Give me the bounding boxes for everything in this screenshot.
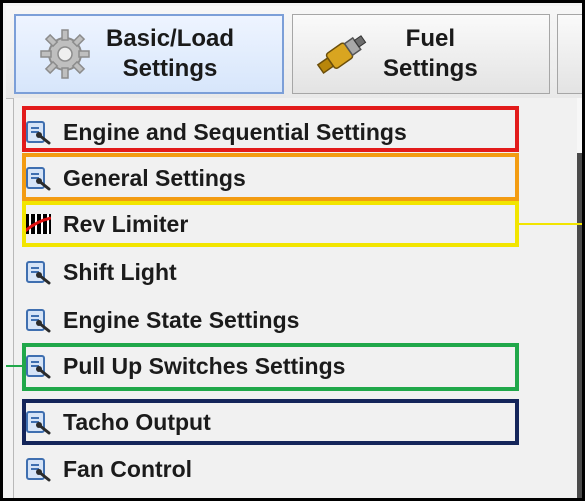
- settings-wrench-icon: [25, 456, 51, 482]
- basic-load-line2: Settings: [122, 55, 218, 82]
- highlight-connector-yellow: [519, 223, 582, 225]
- window-frame: Basic/Load Settings Fuel Settings Engine…: [0, 0, 585, 501]
- basic-load-settings-button[interactable]: Basic/Load Settings: [14, 14, 284, 94]
- highlight-connector-green: [6, 365, 22, 367]
- highlight-box-green: [22, 343, 519, 391]
- menu-item-fan-control[interactable]: Fan Control: [13, 446, 573, 492]
- menu-item-engine-state-settings[interactable]: Engine State Settings: [13, 297, 573, 343]
- toolbar: Basic/Load Settings Fuel Settings: [6, 6, 582, 99]
- next-toolbar-button[interactable]: [557, 14, 582, 94]
- menu-item-label: Engine State Settings: [63, 306, 300, 333]
- menu-item-label: Fan Control: [63, 455, 193, 482]
- gear-icon: [34, 28, 96, 80]
- highlight-box-navy: [22, 399, 519, 445]
- fuel-settings-button[interactable]: Fuel Settings: [292, 14, 550, 94]
- highlight-box-orange: [22, 153, 519, 201]
- fuel-line2: Settings: [383, 55, 478, 82]
- basic-load-line1: Basic/Load: [106, 25, 235, 52]
- highlight-box-yellow: [22, 201, 519, 247]
- settings-wrench-icon: [25, 307, 51, 333]
- fuel-line1: Fuel: [405, 25, 456, 52]
- menu-item-shift-light[interactable]: Shift Light: [13, 249, 573, 295]
- menu-item-label: Shift Light: [63, 258, 177, 285]
- fuel-settings-label: Fuel Settings: [383, 24, 478, 84]
- highlight-box-red: [22, 106, 519, 152]
- basic-load-settings-label: Basic/Load Settings: [106, 24, 234, 84]
- fuel-injector-icon: [311, 28, 373, 80]
- settings-wrench-icon: [25, 259, 51, 285]
